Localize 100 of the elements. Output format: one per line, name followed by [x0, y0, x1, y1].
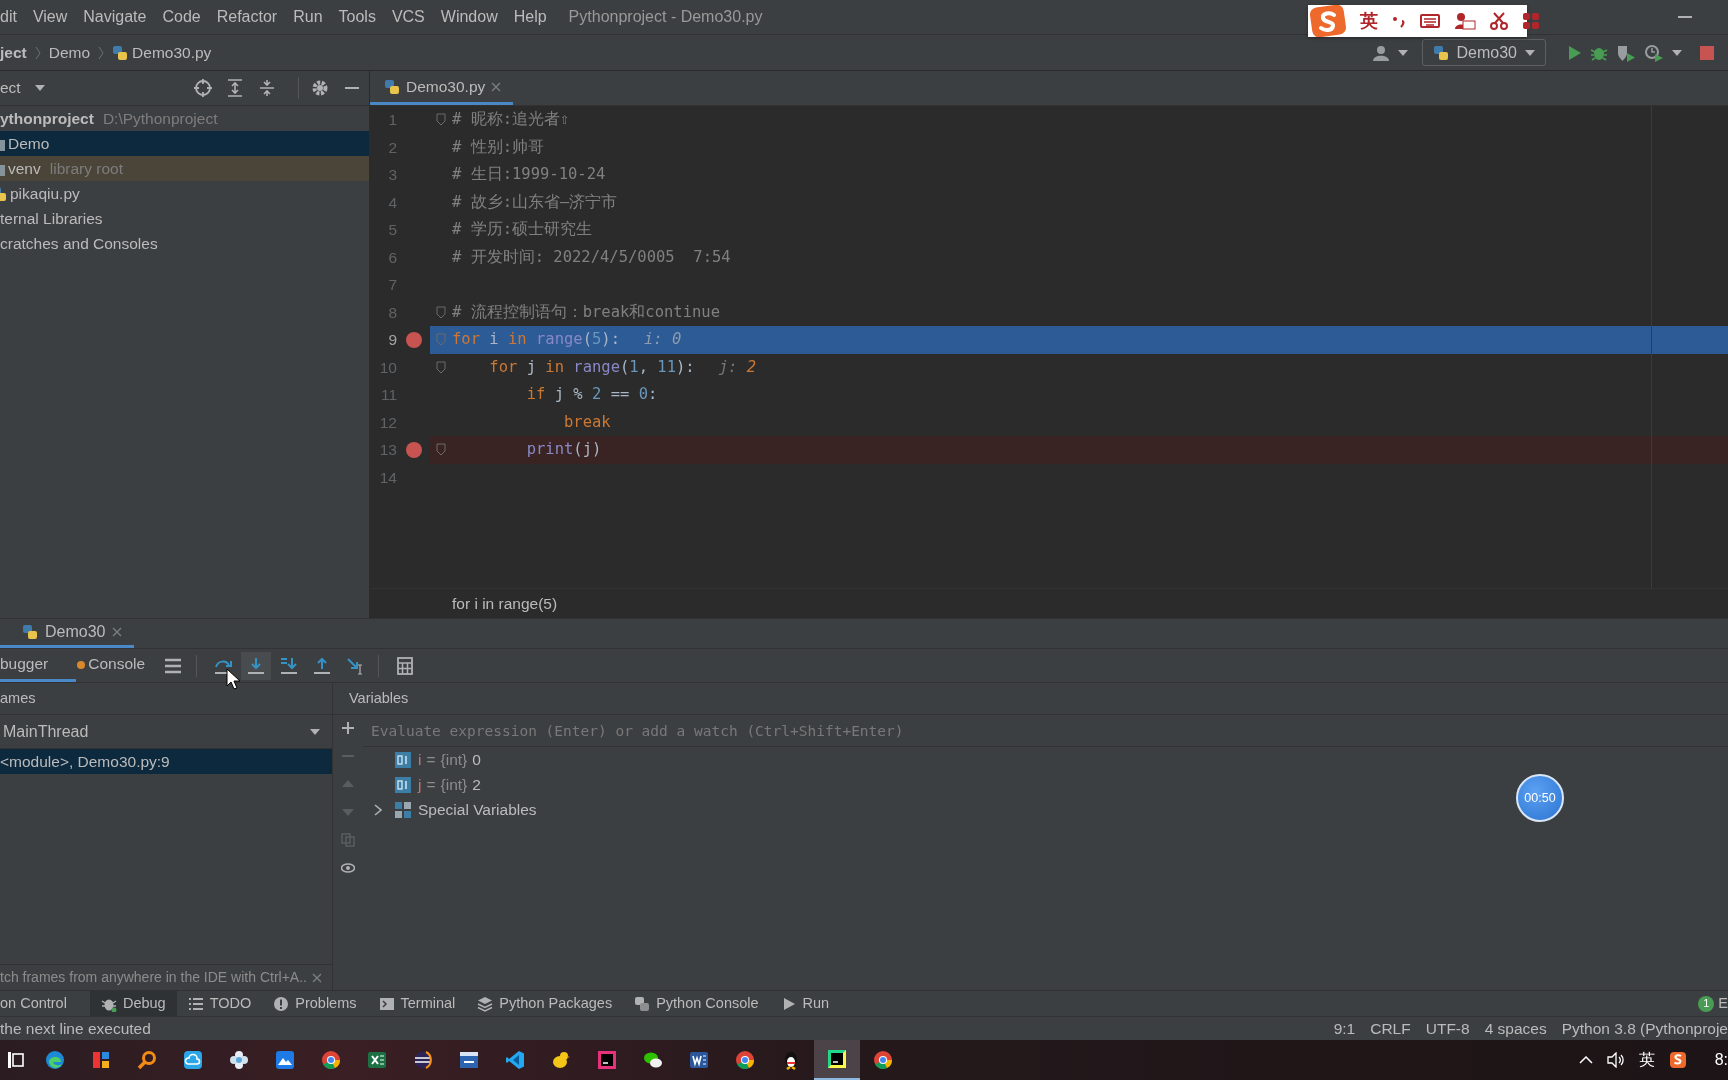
variable-item[interactable]: j = {int} 2 — [363, 772, 489, 797]
scissors-icon[interactable] — [1490, 12, 1508, 30]
code-line: # 昵称:追光者⇧ — [452, 109, 570, 131]
tool-window-button[interactable]: Run — [769, 991, 841, 1016]
sogou-logo-icon[interactable] — [1310, 5, 1346, 37]
menu-item[interactable]: Navigate — [75, 5, 155, 29]
profiler-icon[interactable] — [1644, 43, 1664, 62]
tool-window-button[interactable]: Python Console — [623, 991, 770, 1016]
caret-icon — [34, 85, 45, 91]
fold-marker-icon[interactable] — [436, 443, 446, 457]
status-item[interactable]: Python 3.8 (Pythonproje — [1561, 1016, 1728, 1041]
plus-icon[interactable] — [341, 721, 355, 735]
chevron-icon — [98, 45, 105, 60]
flower-icon — [229, 1050, 249, 1070]
run-config-dropdown[interactable]: Demo30 — [1421, 39, 1546, 66]
browser-icon — [735, 1050, 755, 1070]
status-message: the next line executed — [0, 1018, 151, 1039]
breadcrumb[interactable]: for i in range(5) — [452, 591, 558, 616]
menu-item[interactable]: Tools — [330, 5, 384, 29]
variable-item[interactable]: Special Variables — [363, 797, 545, 822]
status-item[interactable]: 9:1 — [1333, 1016, 1356, 1041]
magnifier-icon — [137, 1050, 157, 1070]
tree-item[interactable]: ternal Libraries — [0, 206, 369, 231]
speaker-icon[interactable] — [1606, 1052, 1625, 1068]
python-icon — [384, 78, 400, 95]
fold-marker-icon[interactable] — [436, 113, 446, 127]
status-item[interactable]: 4 spaces — [1484, 1016, 1547, 1041]
python-icon — [1432, 44, 1449, 61]
keyboard-icon[interactable] — [1420, 13, 1440, 29]
menu-item[interactable]: Refactor — [208, 5, 286, 29]
tool-window-button[interactable]: Terminal — [367, 991, 467, 1016]
line-number: 4 — [387, 192, 397, 213]
fold-marker-icon[interactable] — [436, 305, 446, 319]
tool-window-button[interactable]: Python Packages — [466, 991, 624, 1016]
tool-tab[interactable]: Demo30 — [0, 619, 135, 648]
tool-window-button[interactable]: Problems — [262, 991, 368, 1016]
cloud-icon — [183, 1050, 203, 1070]
variable-item[interactable]: i = {int} 0 — [363, 747, 489, 772]
breadcrumb[interactable]: Demo30.py — [112, 40, 212, 65]
status-item[interactable]: CRLF — [1370, 1016, 1411, 1041]
tree-item[interactable]: ythonproject D:\Pythonproject — [0, 106, 369, 131]
breadcrumb[interactable]: ject — [0, 40, 27, 65]
user-card-icon[interactable] — [1454, 12, 1476, 30]
tree-item[interactable]: pikaqiu.py — [0, 181, 369, 206]
code-line: # 故乡:山东省—济宁市 — [452, 191, 618, 213]
stop-icon[interactable] — [1700, 45, 1714, 60]
user-icon[interactable] — [1371, 44, 1390, 61]
close-icon[interactable] — [312, 972, 322, 983]
fold-marker-icon[interactable] — [436, 360, 446, 374]
breadcrumb[interactable]: Demo — [48, 40, 91, 65]
close-icon[interactable] — [491, 81, 502, 92]
tool-window-button[interactable]: TODO — [176, 991, 263, 1016]
taskbar-button[interactable] — [814, 1040, 860, 1080]
coverage-icon[interactable] — [1616, 43, 1636, 62]
step-out-icon — [313, 656, 332, 675]
menu-item[interactable]: dit — [0, 5, 25, 29]
sogou-icon[interactable] — [1668, 1051, 1687, 1069]
tree-item[interactable]: cratches and Consoles — [0, 231, 369, 256]
locate-icon[interactable] — [194, 79, 212, 97]
timer-badge: 00:50 — [1516, 774, 1564, 822]
menu-item[interactable]: Run — [285, 5, 331, 29]
code-line: # 生日:1999-10-24 — [452, 164, 606, 186]
tree-item[interactable]: Demo — [0, 131, 369, 156]
tool-window-button[interactable]: on Control — [0, 991, 78, 1016]
menu-item[interactable]: View — [24, 5, 76, 29]
tree-item[interactable]: venv library root — [0, 156, 369, 181]
mouse-cursor-icon — [226, 668, 240, 690]
line-number: 2 — [387, 137, 397, 158]
run-icon[interactable] — [1568, 44, 1582, 61]
settings-icon[interactable] — [311, 79, 329, 97]
input-mode-indicator[interactable]: 英 — [1360, 7, 1378, 35]
expand-toggle-icon[interactable] — [374, 803, 382, 816]
tool-window-button[interactable]: E — [1718, 991, 1728, 1016]
watch-icon[interactable] — [341, 861, 355, 875]
tab[interactable]: Console — [76, 649, 156, 682]
grid-menu-icon[interactable] — [1522, 12, 1540, 30]
chevron-icon — [34, 45, 41, 60]
layers-icon — [477, 995, 494, 1012]
tool-window-button[interactable]: Debug — [89, 991, 177, 1016]
menu-item[interactable]: VCS — [383, 5, 433, 29]
collapse-all-icon[interactable] — [258, 79, 276, 97]
fold-marker-icon[interactable] — [436, 333, 446, 347]
ide-icon — [597, 1050, 617, 1070]
line-number: 11 — [379, 385, 397, 406]
tab[interactable]: bugger — [0, 649, 77, 682]
code-line: print(j) — [525, 439, 602, 461]
expand-all-icon[interactable] — [226, 79, 244, 97]
status-item[interactable]: UTF-8 — [1425, 1016, 1470, 1041]
breakpoint-icon[interactable] — [405, 441, 422, 458]
editor-tab[interactable]: Demo30.py — [370, 71, 514, 105]
menu-item[interactable]: Help — [505, 5, 555, 29]
caret-icon — [310, 728, 320, 735]
close-icon[interactable] — [112, 627, 123, 637]
input-method-indicator[interactable]: 英 — [1638, 1048, 1655, 1072]
list-icon — [187, 995, 204, 1012]
menu-item[interactable]: Code — [154, 5, 209, 29]
frame-item[interactable]: <module>, Demo30.py:9 — [0, 749, 332, 774]
menu-item[interactable]: Window — [432, 5, 506, 29]
breakpoint-icon[interactable] — [405, 331, 422, 348]
chevron-up-icon[interactable] — [1578, 1056, 1593, 1064]
